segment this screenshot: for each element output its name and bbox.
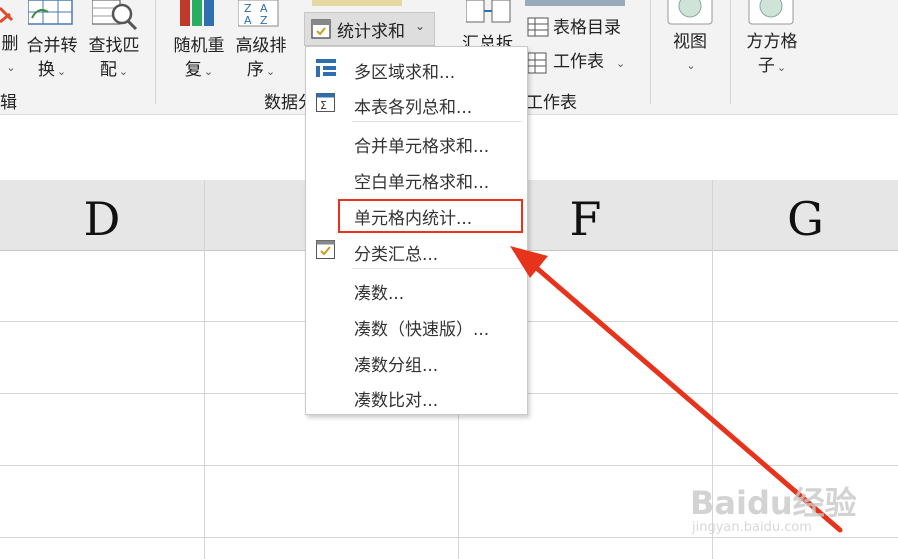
annotation-arrow (510, 246, 843, 533)
watermark-logo: Baidu经验 (690, 484, 857, 522)
watermark-url: jingyan.baidu.com (692, 520, 812, 535)
